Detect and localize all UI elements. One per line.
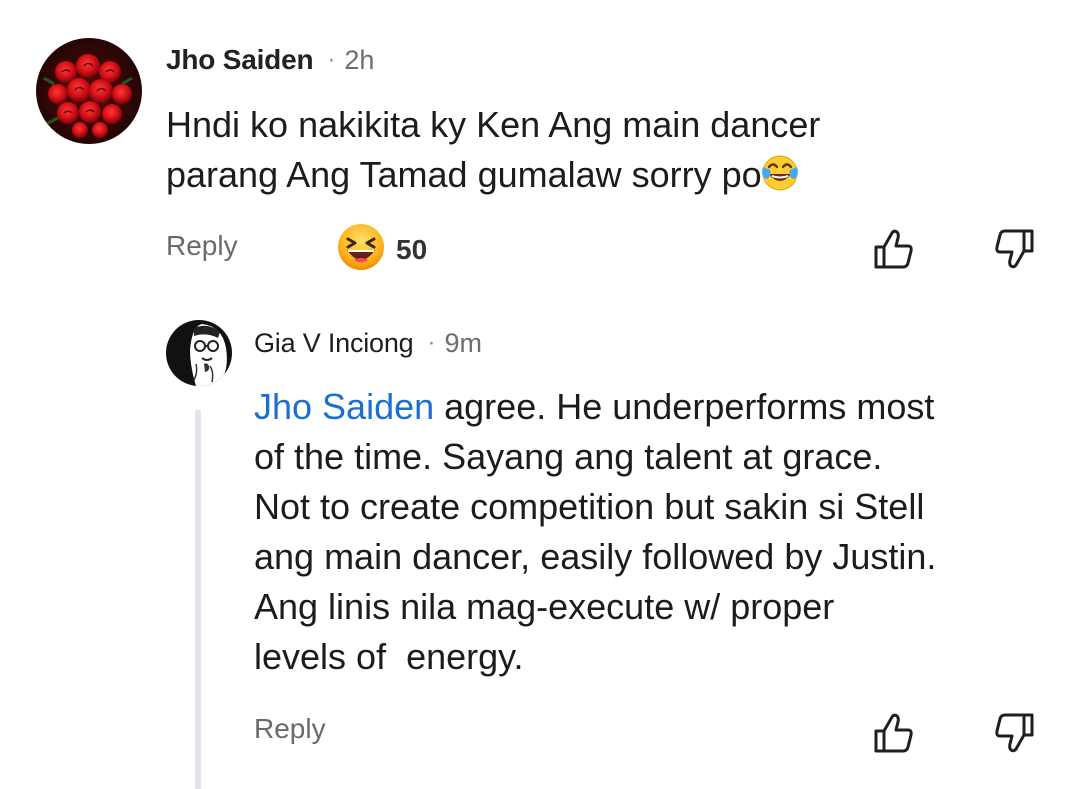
- thumbs-down-icon: [991, 710, 1037, 756]
- reply-button[interactable]: Reply: [166, 230, 238, 262]
- grinning-face-reaction-icon: [336, 222, 386, 277]
- meta-separator: ·: [427, 329, 436, 356]
- reply-text-line: levels of energy.: [254, 636, 524, 677]
- thumbs-up-icon: [871, 226, 917, 272]
- reply-author[interactable]: Gia V Inciong: [254, 328, 414, 359]
- red-roses-avatar-icon: [36, 38, 142, 144]
- avatar-jho-saiden[interactable]: [36, 38, 142, 144]
- comment-text-line: parang Ang Tamad gumalaw sorry po: [166, 150, 820, 206]
- reply-text-line: Not to create competition but sakin si S…: [254, 486, 925, 527]
- reply-body: Jho Saiden agree. He underperforms most …: [254, 382, 936, 682]
- reply-timestamp: 9m: [444, 327, 483, 358]
- face-with-tears-of-joy-icon: [760, 153, 800, 206]
- comment-header: Jho Saiden · 2h: [166, 42, 374, 78]
- reply-text-line: of the time. Sayang ang talent at grace.: [254, 436, 883, 477]
- dislike-button[interactable]: [991, 710, 1037, 756]
- like-button[interactable]: [871, 226, 917, 272]
- dislike-button[interactable]: [991, 226, 1037, 272]
- reply-header: Gia V Inciong · 9m: [254, 325, 482, 361]
- comment-timestamp: 2h: [344, 44, 375, 75]
- meta-separator: ·: [327, 46, 336, 73]
- mention-link[interactable]: Jho Saiden: [254, 386, 434, 427]
- reply-text-segment: agree. He underperforms most: [434, 386, 935, 427]
- comment-author[interactable]: Jho Saiden: [166, 44, 314, 76]
- comment-text-segment: parang Ang Tamad gumalaw sorry po: [166, 154, 762, 195]
- comment-body: Hndi ko nakikita ky Ken Ang main dancer …: [166, 100, 820, 206]
- thread-line: [195, 410, 201, 789]
- reply-text-line: Jho Saiden agree. He underperforms most: [254, 382, 936, 432]
- avatar-gia-v-inciong[interactable]: [166, 320, 232, 386]
- reply-text-line: Ang linis nila mag-execute w/ proper: [254, 586, 835, 627]
- thumbs-down-icon: [991, 226, 1037, 272]
- reaction-count: 50: [396, 233, 428, 265]
- reaction-summary[interactable]: 50: [336, 222, 427, 277]
- sketch-portrait-avatar-icon: [166, 320, 232, 386]
- comment-text-line: Hndi ko nakikita ky Ken Ang main dancer: [166, 104, 821, 145]
- like-button[interactable]: [871, 710, 917, 756]
- reply-text-line: ang main dancer, easily followed by Just…: [254, 536, 937, 577]
- reply-button[interactable]: Reply: [254, 713, 326, 745]
- thumbs-up-icon: [871, 710, 917, 756]
